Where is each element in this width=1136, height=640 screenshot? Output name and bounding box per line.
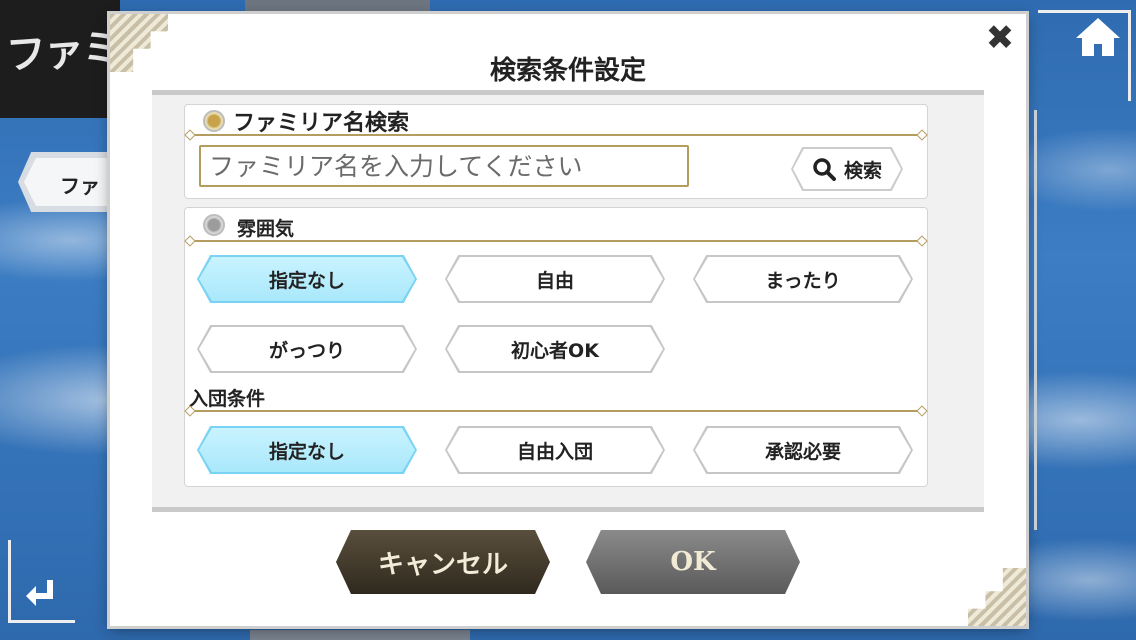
- background-tab-label: ファ: [60, 174, 100, 198]
- atmosphere-label: 雰囲気: [237, 218, 295, 240]
- corner-ornament-bottom-right: [968, 568, 1026, 626]
- home-icon: [1076, 18, 1120, 56]
- atmosphere-option-beginner-ok[interactable]: 初心者OK: [445, 325, 665, 373]
- radio-atmosphere[interactable]: [203, 214, 225, 236]
- atmosphere-option-relaxed[interactable]: まったり: [693, 255, 913, 303]
- section-divider: [189, 410, 923, 412]
- background-tower-base: [250, 630, 470, 640]
- section-divider: [189, 134, 923, 136]
- join-condition-label: 入団条件: [189, 388, 266, 410]
- name-search-label: ファミリア名検索: [233, 111, 410, 136]
- radio-name-search[interactable]: [203, 110, 225, 132]
- back-button[interactable]: [20, 572, 60, 612]
- home-button[interactable]: [1072, 12, 1124, 62]
- search-button-label: 検索: [843, 159, 882, 182]
- atmosphere-option-hardcore[interactable]: がっつり: [197, 325, 417, 373]
- search-button[interactable]: 検索: [791, 147, 903, 191]
- cancel-button[interactable]: キャンセル: [336, 530, 550, 594]
- dialog-title: 検索条件設定: [489, 56, 646, 86]
- search-settings-dialog: ✖ 検索条件設定 ファミリア名検索 検索 雰囲気: [110, 14, 1026, 626]
- atmosphere-option-none[interactable]: 指定なし: [197, 255, 417, 303]
- join-option-none[interactable]: 指定なし: [197, 426, 417, 474]
- atmosphere-option-free[interactable]: 自由: [445, 255, 665, 303]
- section-name-search: ファミリア名検索 検索: [184, 104, 928, 199]
- join-option-approval-required[interactable]: 承認必要: [693, 426, 913, 474]
- section-divider: [189, 240, 923, 242]
- search-icon: [813, 158, 836, 181]
- section-atmosphere: 雰囲気 指定なし 自由 まったり がっつり 初心者OK 入団条件 指定なし 自由…: [184, 207, 928, 487]
- background-divider: [1034, 110, 1037, 530]
- ok-button[interactable]: OK: [586, 530, 800, 594]
- familia-name-input[interactable]: [199, 145, 689, 187]
- return-arrow-icon: [26, 580, 53, 606]
- join-option-free-join[interactable]: 自由入団: [445, 426, 665, 474]
- settings-content: ファミリア名検索 検索 雰囲気 指定なし 自: [152, 90, 984, 512]
